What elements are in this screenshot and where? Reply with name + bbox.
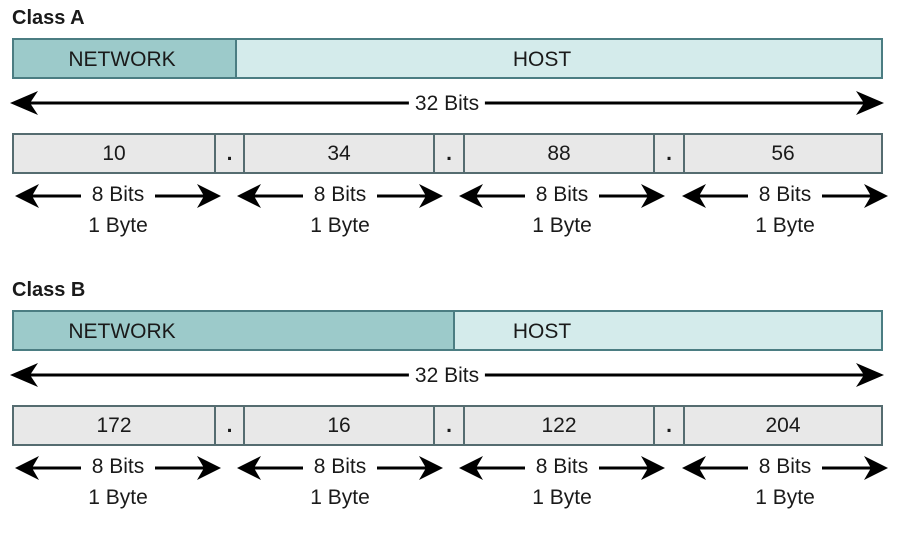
octet-bits-label: 8 Bits — [757, 183, 813, 207]
ip-address-classes-diagram: Class A NETWORK HOST 32 Bits 10 34 88 56... 8… — [0, 0, 902, 534]
total-bits-label: 32 Bits — [408, 364, 486, 388]
class-title: Class B — [12, 279, 86, 301]
octet-box: 56 — [683, 133, 883, 174]
octet-separator: . — [216, 405, 243, 446]
total-bits-label: 32 Bits — [408, 92, 486, 116]
octet-bits-arrow: 8 Bits — [682, 454, 888, 482]
octet-bits-label: 8 Bits — [312, 183, 368, 207]
octet-box: 34 — [243, 133, 435, 174]
octet-bits-arrow: 8 Bits — [15, 454, 221, 482]
host-label: HOST — [512, 320, 572, 343]
octet-box: 204 — [683, 405, 883, 446]
octet-bits-arrow: 8 Bits — [15, 182, 221, 210]
octet-bits-label: 8 Bits — [757, 455, 813, 479]
octet-bits-arrow: 8 Bits — [237, 182, 443, 210]
octet-byte-label: 1 Byte — [88, 486, 148, 509]
octet-bits-label: 8 Bits — [312, 455, 368, 479]
octet-bits-arrow: 8 Bits — [459, 454, 665, 482]
octet-bits-arrow: 8 Bits — [459, 182, 665, 210]
class-b-section: Class B NETWORK HOST 32 Bits 172 16 122 204.… — [0, 272, 902, 534]
octet-separator: . — [655, 405, 683, 446]
octet-byte-label: 1 Byte — [532, 214, 592, 237]
network-label: NETWORK — [68, 48, 176, 71]
octet-bits-label: 8 Bits — [90, 183, 146, 207]
octet-bits-label: 8 Bits — [90, 455, 146, 479]
host-label: HOST — [512, 48, 572, 71]
class-title: Class A — [12, 7, 85, 29]
octet-box: 172 — [12, 405, 216, 446]
octet-box: 88 — [463, 133, 655, 174]
octet-separator: . — [655, 133, 683, 174]
octet-byte-label: 1 Byte — [310, 214, 370, 237]
network-host-bar: NETWORK HOST — [12, 38, 883, 79]
network-host-bar: NETWORK HOST — [12, 310, 883, 351]
octet-separator: . — [435, 405, 463, 446]
network-label: NETWORK — [68, 320, 176, 343]
octet-box: 10 — [12, 133, 216, 174]
octet-byte-label: 1 Byte — [755, 486, 815, 509]
octet-bits-arrow: 8 Bits — [237, 454, 443, 482]
octet-bits-arrow: 8 Bits — [682, 182, 888, 210]
octet-bits-label: 8 Bits — [534, 455, 590, 479]
octet-separator: . — [435, 133, 463, 174]
octet-box: 122 — [463, 405, 655, 446]
octet-byte-label: 1 Byte — [88, 214, 148, 237]
octet-byte-label: 1 Byte — [755, 214, 815, 237]
octet-box: 16 — [243, 405, 435, 446]
octet-byte-label: 1 Byte — [310, 486, 370, 509]
octet-byte-label: 1 Byte — [532, 486, 592, 509]
octet-bits-label: 8 Bits — [534, 183, 590, 207]
class-a-section: Class A NETWORK HOST 32 Bits 10 34 88 56... 8… — [0, 0, 902, 270]
octet-separator: . — [216, 133, 243, 174]
